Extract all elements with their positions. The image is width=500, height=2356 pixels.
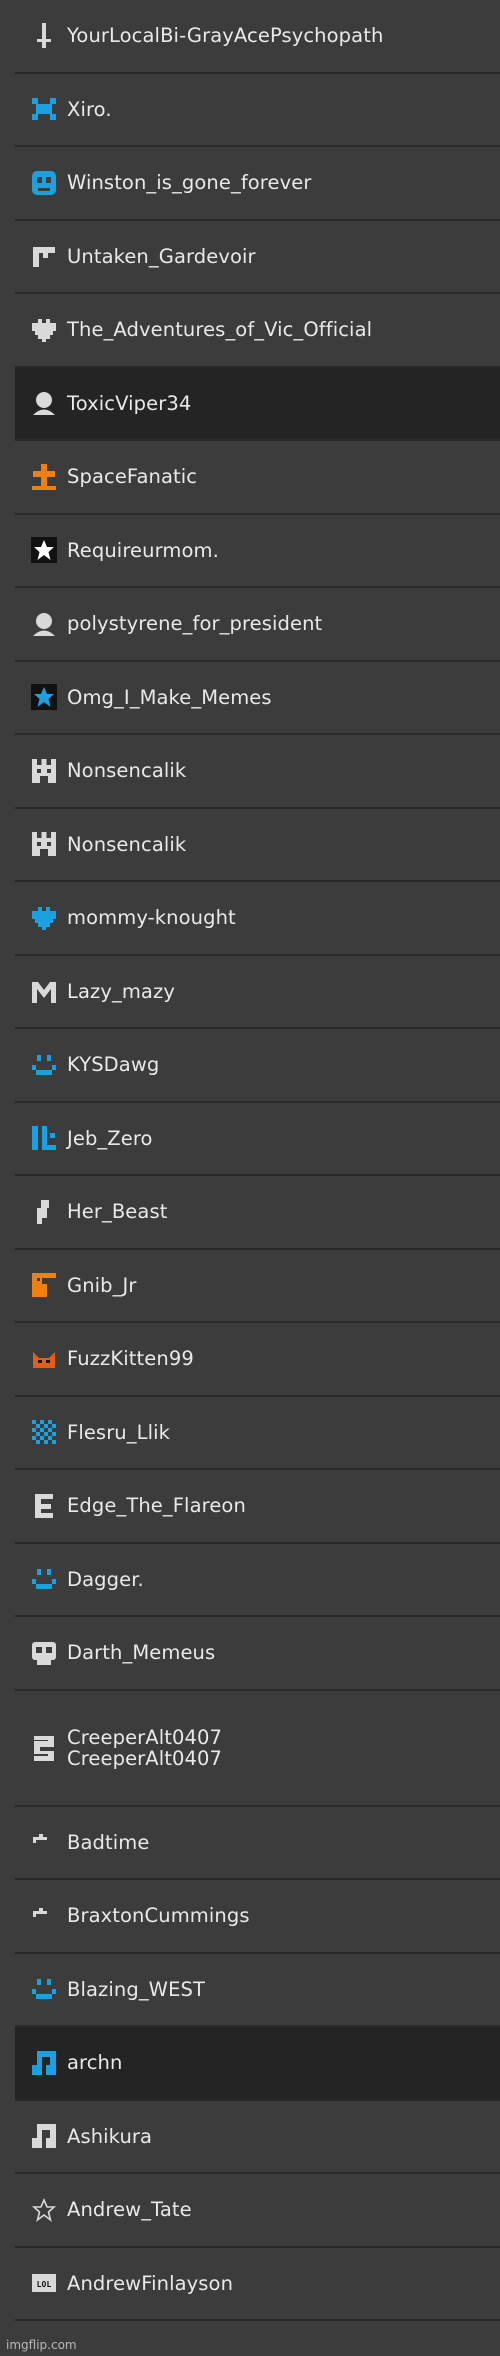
pixel-creature-icon <box>29 1270 59 1300</box>
username-label: YourLocalBi-GrayAcePsychopath <box>67 24 384 48</box>
pixel-figure-icon <box>29 1197 59 1227</box>
user-list-item[interactable]: Edge_The_Flareon <box>15 1470 500 1544</box>
cat-icon <box>29 1344 59 1374</box>
user-list-item[interactable]: Andrew_Tate <box>15 2174 500 2248</box>
castle-icon <box>29 756 59 786</box>
user-list-item[interactable]: Nonsencalik <box>15 735 500 809</box>
pixel-gun-icon <box>29 241 59 271</box>
user-list-item[interactable]: Dagger. <box>15 1544 500 1617</box>
user-list-item[interactable]: The_Adventures_of_Vic_Official <box>15 294 500 368</box>
smiley-icon <box>29 1974 59 2004</box>
username-label: Jeb_Zero <box>67 1126 153 1150</box>
username-label: archn <box>67 2051 123 2075</box>
username-label: Her_Beast <box>67 1200 168 1224</box>
user-list-item[interactable]: Gnib_Jr <box>15 1250 500 1323</box>
user-list-item[interactable]: BraxtonCummings <box>15 1880 500 1954</box>
username-label: Requireurmom. <box>67 538 219 562</box>
username-label: AndrewFinlayson <box>67 2271 234 2295</box>
username-label: Nonsencalik <box>67 832 187 856</box>
svg-text:LOL: LOL <box>37 2280 52 2289</box>
username-label: Dagger. <box>67 1567 144 1591</box>
music-note-icon <box>29 2048 59 2078</box>
username-label: SpaceFanatic <box>67 465 198 489</box>
dash-icon <box>29 1827 59 1857</box>
user-list-item[interactable]: FuzzKitten99 <box>15 1323 500 1397</box>
star-badge-icon <box>29 535 59 565</box>
music-note-icon <box>29 2121 59 2151</box>
pixel-snake-icon <box>29 1733 59 1763</box>
user-list-item[interactable]: Omg_I_Make_Memes <box>15 662 500 735</box>
user-list-item[interactable]: LOL AndrewFinlayson <box>15 2248 500 2321</box>
m-icon <box>29 976 59 1006</box>
username-label: CreeperAlt0407 <box>67 1746 223 1770</box>
user-list-item[interactable]: Requireurmom. <box>15 515 500 588</box>
sword-icon <box>29 21 59 51</box>
user-list-item[interactable]: Flesru_Llik <box>15 1397 500 1470</box>
username-label: Winston_is_gone_forever <box>67 171 312 195</box>
username-label: KYSDawg <box>67 1053 160 1077</box>
space-invader-icon <box>29 94 59 124</box>
username-label: Andrew_Tate <box>67 2198 192 2222</box>
username-label: Nonsencalik <box>67 759 187 783</box>
cross-icon <box>29 462 59 492</box>
dash-icon <box>29 1901 59 1931</box>
username-label: Lazy_mazy <box>67 979 175 1003</box>
user-list-item[interactable]: mommy-knought <box>15 882 500 956</box>
username-label: BraxtonCummings <box>67 1904 250 1928</box>
user-list-item[interactable]: KYSDawg <box>15 1029 500 1103</box>
user-list-item[interactable]: Blazing_WEST <box>15 1954 500 2027</box>
castle-icon <box>29 829 59 859</box>
blue-star-icon <box>29 682 59 712</box>
username-label: ToxicViper34 <box>67 391 192 415</box>
username-label: Flesru_Llik <box>67 1420 171 1444</box>
default-avatar-icon <box>29 609 59 639</box>
user-list-item[interactable]: SpaceFanatic <box>15 441 500 515</box>
username-label: Badtime <box>67 1830 150 1854</box>
smiley-icon <box>29 1564 59 1594</box>
user-list-item[interactable]: Badtime <box>15 1807 500 1880</box>
imgflip-watermark: imgflip.com <box>6 2338 77 2352</box>
pixel-heart-icon <box>29 903 59 933</box>
bars-icon <box>29 1123 59 1153</box>
letter-e-icon <box>29 1491 59 1521</box>
user-list-item[interactable]: Nonsencalik <box>15 809 500 882</box>
user-list-item[interactable]: Ashikura <box>15 2101 500 2174</box>
username-label: Xiro. <box>67 97 112 121</box>
user-list-item[interactable]: Winston_is_gone_forever <box>15 147 500 221</box>
checker-icon <box>29 1417 59 1447</box>
lol-icon: LOL <box>29 2268 59 2298</box>
user-list-item[interactable]: Jeb_Zero <box>15 1103 500 1176</box>
username-label: Untaken_Gardevoir <box>67 244 256 268</box>
username-label: CreeperAlt0407 <box>67 1725 223 1749</box>
pixel-heart-icon <box>29 315 59 345</box>
user-list-item[interactable]: Untaken_Gardevoir <box>15 221 500 294</box>
user-list-item[interactable]: YourLocalBi-GrayAcePsychopath <box>15 0 500 74</box>
username-label: Ashikura <box>67 2124 153 2148</box>
ghost-icon <box>29 168 59 198</box>
username-label: Edge_The_Flareon <box>67 1494 246 1518</box>
username-label: Omg_I_Make_Memes <box>67 685 272 709</box>
username-label: mommy-knought <box>67 906 236 930</box>
username-label: polystyrene_for_president <box>67 612 323 636</box>
username-label: The_Adventures_of_Vic_Official <box>67 318 373 342</box>
user-list-item[interactable]: ToxicViper34 <box>15 367 500 441</box>
user-list-item[interactable]: Darth_Memeus <box>15 1617 500 1691</box>
star-outline-icon <box>29 2195 59 2225</box>
user-list-item[interactable]: archn <box>15 2027 500 2101</box>
username-label: Blazing_WEST <box>67 1977 205 2001</box>
username-label: FuzzKitten99 <box>67 1347 194 1371</box>
user-list-item[interactable]: polystyrene_for_president <box>15 588 500 662</box>
smiley-icon <box>29 1050 59 1080</box>
skull-icon <box>29 1638 59 1668</box>
user-list-item[interactable]: CreeperAlt0407 CreeperAlt0407 <box>15 1691 500 1807</box>
user-list: YourLocalBi-GrayAcePsychopath Xiro. Winsto… <box>15 0 500 2321</box>
user-list-item[interactable]: Her_Beast <box>15 1176 500 1250</box>
username-label: Darth_Memeus <box>67 1641 216 1665</box>
username-label: Gnib_Jr <box>67 1273 137 1297</box>
default-avatar-icon <box>29 388 59 418</box>
user-list-item[interactable]: Xiro. <box>15 74 500 147</box>
user-list-item[interactable]: Lazy_mazy <box>15 956 500 1029</box>
